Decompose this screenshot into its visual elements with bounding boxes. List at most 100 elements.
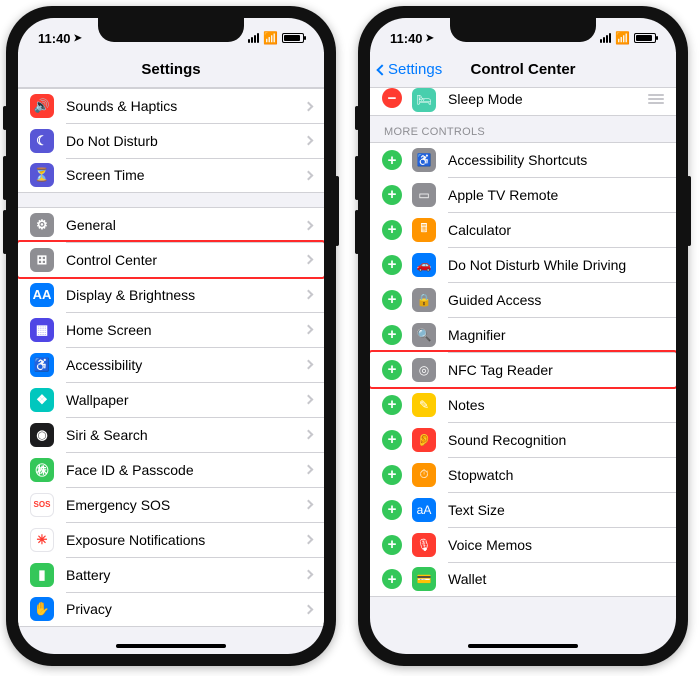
volume-up-button[interactable]	[355, 156, 359, 200]
add-button[interactable]: +	[382, 500, 402, 520]
power-button[interactable]	[335, 176, 339, 246]
settings-row[interactable]: ♿Accessibility	[18, 347, 324, 382]
add-button[interactable]: +	[382, 325, 402, 345]
app-icon: ❖	[30, 388, 54, 412]
home-indicator[interactable]	[468, 644, 578, 648]
settings-row[interactable]: ⊞Control Center	[18, 242, 324, 277]
settings-row[interactable]: ▮ Battery	[18, 557, 324, 592]
location-icon: ➤	[74, 33, 82, 44]
control-icon: 👂	[412, 428, 436, 452]
settings-row[interactable]: ▦Home Screen	[18, 312, 324, 347]
chevron-right-icon	[304, 570, 314, 580]
control-row[interactable]: + ⏱ Stopwatch	[370, 457, 676, 492]
back-button[interactable]: Settings	[378, 61, 442, 78]
app-icon: ⏳	[30, 163, 54, 187]
settings-row[interactable]: ☾Do Not Disturb	[18, 123, 324, 158]
control-row[interactable]: +▭Apple TV Remote	[370, 177, 676, 212]
row-label: Sound Recognition	[448, 432, 664, 448]
add-button[interactable]: +	[382, 430, 402, 450]
status-time: 11:40	[390, 31, 423, 46]
control-row[interactable]: +✎Notes	[370, 387, 676, 422]
page-title: Settings	[141, 61, 200, 78]
control-row[interactable]: +aAText Size	[370, 492, 676, 527]
control-row[interactable]: +🖩Calculator	[370, 212, 676, 247]
chevron-right-icon	[304, 170, 314, 180]
row-label: Do Not Disturb	[66, 133, 305, 149]
settings-row[interactable]: AADisplay & Brightness	[18, 277, 324, 312]
mute-switch[interactable]	[355, 106, 359, 130]
volume-up-button[interactable]	[3, 156, 7, 200]
wifi-icon: 📶	[615, 31, 630, 45]
control-icon: 🚗	[412, 253, 436, 277]
row-label: Voice Memos	[448, 537, 664, 553]
settings-row[interactable]: ✳Exposure Notifications	[18, 522, 324, 557]
add-button[interactable]: +	[382, 255, 402, 275]
add-button[interactable]: +	[382, 185, 402, 205]
volume-down-button[interactable]	[355, 210, 359, 254]
notch	[98, 18, 244, 42]
settings-list[interactable]: 🔊Sounds & Haptics☾Do Not Disturb ⏳ Screen …	[18, 88, 324, 654]
settings-row[interactable]: SOS Emergency SOS	[18, 487, 324, 522]
app-icon: SOS	[30, 493, 54, 517]
row-label: Wallet	[448, 571, 664, 587]
row-label: Privacy	[66, 601, 305, 617]
control-row[interactable]: +🔒Guided Access	[370, 282, 676, 317]
app-icon: ◉	[30, 423, 54, 447]
mute-switch[interactable]	[3, 106, 7, 130]
control-row[interactable]: + 🎙 Voice Memos	[370, 527, 676, 562]
reorder-handle[interactable]	[648, 94, 664, 104]
control-row[interactable]: +♿Accessibility Shortcuts	[370, 142, 676, 177]
row-label: Sounds & Haptics	[66, 98, 305, 114]
volume-down-button[interactable]	[3, 210, 7, 254]
chevron-left-icon	[376, 64, 387, 75]
control-icon: 🎙	[412, 533, 436, 557]
settings-row[interactable]: ㊑Face ID & Passcode	[18, 452, 324, 487]
wifi-icon: 📶	[263, 31, 278, 45]
settings-row[interactable]: ✋Privacy	[18, 592, 324, 627]
app-icon: ▮	[30, 563, 54, 587]
app-icon: AA	[30, 283, 54, 307]
add-button[interactable]: +	[382, 535, 402, 555]
row-label: Control Center	[66, 252, 305, 268]
settings-row[interactable]: ◉ Siri & Search	[18, 417, 324, 452]
row-label: Stopwatch	[448, 467, 664, 483]
row-label: Emergency SOS	[66, 497, 305, 513]
add-button[interactable]: +	[382, 150, 402, 170]
control-row[interactable]: −🛏 Sleep Mode	[370, 88, 676, 116]
chevron-right-icon	[304, 290, 314, 300]
notch	[450, 18, 596, 42]
add-button[interactable]: +	[382, 395, 402, 415]
cellular-signal-icon	[600, 33, 611, 43]
control-row[interactable]: +◎NFC Tag Reader	[370, 352, 676, 387]
add-button[interactable]: +	[382, 360, 402, 380]
control-row[interactable]: + 👂 Sound Recognition	[370, 422, 676, 457]
chevron-right-icon	[304, 395, 314, 405]
row-label: Screen Time	[66, 167, 305, 183]
remove-button[interactable]: −	[382, 88, 402, 108]
row-label: Battery	[66, 567, 305, 583]
row-label: Home Screen	[66, 322, 305, 338]
chevron-right-icon	[304, 220, 314, 230]
control-icon: ⏱	[412, 463, 436, 487]
row-label: General	[66, 217, 305, 233]
add-button[interactable]: +	[382, 569, 402, 589]
chevron-right-icon	[304, 535, 314, 545]
settings-row[interactable]: 🔊Sounds & Haptics	[18, 88, 324, 123]
add-button[interactable]: +	[382, 220, 402, 240]
row-label: Siri & Search	[66, 427, 305, 443]
row-label: Sleep Mode	[448, 91, 648, 107]
control-icon: 🛏	[412, 88, 436, 112]
settings-row[interactable]: ❖Wallpaper	[18, 382, 324, 417]
add-button[interactable]: +	[382, 290, 402, 310]
settings-row[interactable]: ⚙General	[18, 207, 324, 242]
settings-row[interactable]: ⏳ Screen Time	[18, 158, 324, 193]
row-label: Magnifier	[448, 327, 664, 343]
home-indicator[interactable]	[116, 644, 226, 648]
add-button[interactable]: +	[382, 465, 402, 485]
power-button[interactable]	[687, 176, 691, 246]
control-center-list[interactable]: −🛏Sleep ModeMore Controls+♿Accessibility…	[370, 88, 676, 654]
control-row[interactable]: +🚗Do Not Disturb While Driving	[370, 247, 676, 282]
row-label: Calculator	[448, 222, 664, 238]
control-row[interactable]: +💳Wallet	[370, 562, 676, 597]
control-row[interactable]: +🔍Magnifier	[370, 317, 676, 352]
